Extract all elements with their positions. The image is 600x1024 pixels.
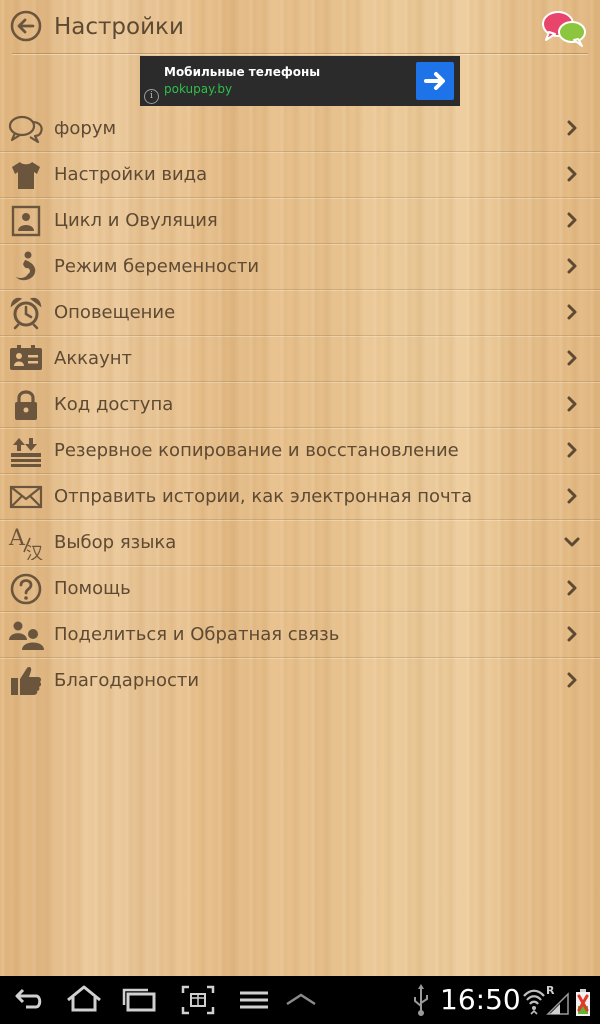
thumbs-up-icon (11, 667, 42, 695)
chevron-right-icon (567, 304, 577, 320)
chevron-right-icon (567, 350, 577, 366)
menu-item-pregnancy[interactable]: Режим беременности (0, 244, 600, 290)
chevron-down-icon (564, 537, 580, 547)
page-title: Настройки (54, 14, 184, 40)
menu-item-language[interactable]: A 汉 Выбор языка (0, 520, 600, 566)
signal-strength-icon (546, 992, 569, 1015)
language-icon-latin: A (8, 526, 26, 551)
wifi-icon (523, 989, 545, 1015)
chevron-right-icon (567, 488, 577, 504)
chevron-right-icon (567, 258, 577, 274)
menu-item-label: Аккаунт (54, 348, 132, 369)
screenshot-icon[interactable] (178, 976, 218, 1024)
back-arrow-icon[interactable] (10, 10, 42, 42)
battery-charging-icon (576, 989, 590, 1016)
menu-item-label: Настройки вида (54, 164, 208, 185)
chevron-up-icon[interactable] (284, 976, 318, 1024)
status-clock: 16:50 (440, 983, 521, 1016)
chevron-right-icon (567, 580, 577, 596)
chevron-right-icon (567, 212, 577, 228)
ad-url: pokupay.by (164, 82, 233, 96)
forum-icon (8, 115, 43, 144)
menu-item-label: Режим беременности (54, 256, 260, 277)
menu-item-forum[interactable]: форум (0, 106, 600, 152)
menu-item-passcode[interactable]: Код доступа (0, 382, 600, 428)
chevron-right-icon (567, 396, 577, 412)
menu-item-share-feedback[interactable]: Поделиться и Обратная связь (0, 612, 600, 658)
app-header: Настройки (0, 0, 600, 55)
settings-menu: форум Настройки вида Цикл и Овуляция Реж… (0, 106, 600, 703)
backup-icon (11, 438, 41, 467)
menu-item-appearance[interactable]: Настройки вида (0, 152, 600, 198)
language-icon-cjk: 汉 (26, 544, 43, 560)
menu-item-label: Оповещение (54, 302, 176, 323)
id-card-icon (10, 345, 42, 370)
pregnancy-icon (16, 251, 36, 281)
chevron-right-icon (567, 442, 577, 458)
alarm-clock-icon (10, 297, 42, 330)
language-icon: A 汉 (8, 526, 43, 560)
menu-item-label: Резервное копирование и восстановление (54, 440, 459, 461)
menu-item-label: Код доступа (54, 394, 174, 415)
arrow-right-icon (424, 72, 445, 90)
padlock-icon (15, 390, 37, 420)
menu-item-label: форум (54, 118, 117, 139)
menu-item-label: Выбор языка (54, 532, 177, 553)
home-icon[interactable] (64, 976, 104, 1024)
ad-banner[interactable]: Мобильные телефоны pokupay.by i (140, 56, 460, 106)
chevron-right-icon (567, 166, 577, 182)
menu-item-email[interactable]: Отправить истории, как электронная почта (0, 474, 600, 520)
menu-item-label: Благодарности (54, 670, 200, 691)
menu-item-notifications[interactable]: Оповещение (0, 290, 600, 336)
ad-info-icon[interactable]: i (144, 89, 159, 104)
menu-item-help[interactable]: Помощь (0, 566, 600, 612)
chat-bubbles-icon[interactable] (540, 8, 590, 48)
calendar-figure-icon (11, 205, 41, 237)
chevron-right-icon (567, 672, 577, 688)
tshirt-icon (12, 162, 40, 189)
ad-arrow-button[interactable] (416, 62, 454, 100)
menu-item-backup[interactable]: Резервное копирование и восстановление (0, 428, 600, 474)
header-divider (12, 53, 588, 55)
menu-item-account[interactable]: Аккаунт (0, 336, 600, 382)
menu-item-label: Поделиться и Обратная связь (54, 624, 340, 645)
menu-item-credits[interactable]: Благодарности (0, 658, 600, 703)
menu-item-label: Цикл и Овуляция (54, 210, 218, 231)
back-icon[interactable] (8, 976, 48, 1024)
menu-item-label: Отправить истории, как электронная почта (54, 486, 473, 507)
chevron-right-icon (567, 120, 577, 136)
ad-title: Мобильные телефоны (164, 65, 321, 79)
help-icon (10, 573, 42, 605)
menu-icon[interactable] (236, 976, 272, 1024)
usb-icon (414, 984, 428, 1016)
chevron-right-icon (567, 626, 577, 642)
people-icon (9, 621, 44, 650)
menu-item-label: Помощь (54, 578, 131, 599)
menu-item-cycle[interactable]: Цикл и Овуляция (0, 198, 600, 244)
system-navigation-bar: 16:50 R (0, 976, 600, 1024)
envelope-icon (9, 485, 43, 509)
recent-apps-icon[interactable] (120, 976, 160, 1024)
